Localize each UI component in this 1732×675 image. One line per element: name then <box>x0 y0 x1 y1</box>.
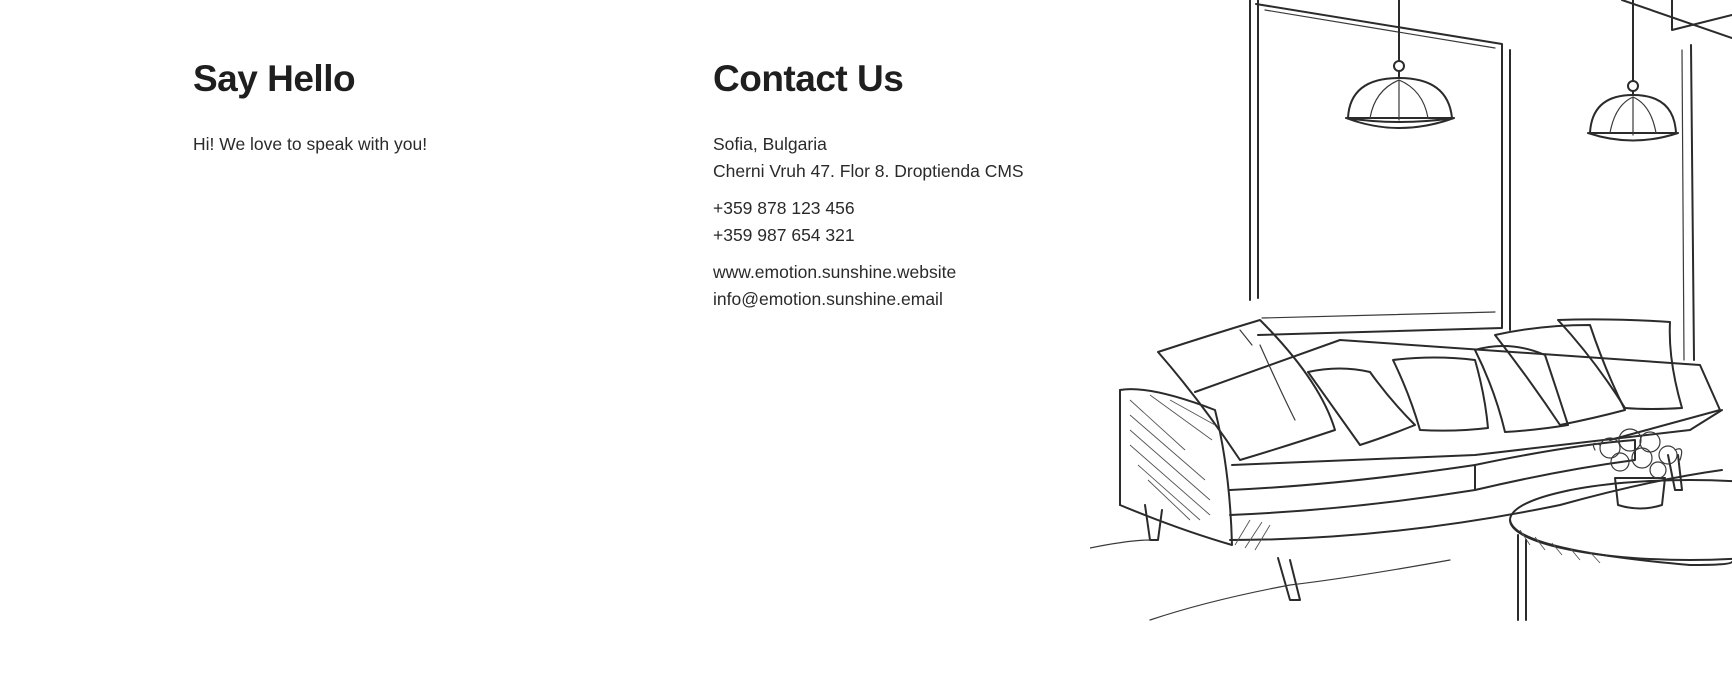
pendant-lamp-2 <box>1587 0 1679 142</box>
contact-address: Cherni Vruh 47. Flor 8. Droptienda CMS <box>713 161 1024 181</box>
pendant-lamp-1 <box>1345 0 1455 129</box>
contact-us-heading: Contact Us <box>713 58 904 99</box>
flower-pot <box>1592 428 1683 510</box>
contact-phone-2[interactable]: +359 987 654 321 <box>713 224 855 246</box>
contact-website-link[interactable]: www.emotion.sunshine.website <box>713 261 956 283</box>
say-hello-text: Hi! We love to speak with you! <box>193 134 428 154</box>
coffee-table <box>1509 479 1732 621</box>
sofa-room-illustration <box>1090 0 1732 625</box>
contact-email-link[interactable]: info@emotion.sunshine.email <box>713 288 943 310</box>
contact-city: Sofia, Bulgaria <box>713 134 827 154</box>
contact-phone-1[interactable]: +359 878 123 456 <box>713 197 855 219</box>
say-hello-heading: Say Hello <box>193 58 356 99</box>
